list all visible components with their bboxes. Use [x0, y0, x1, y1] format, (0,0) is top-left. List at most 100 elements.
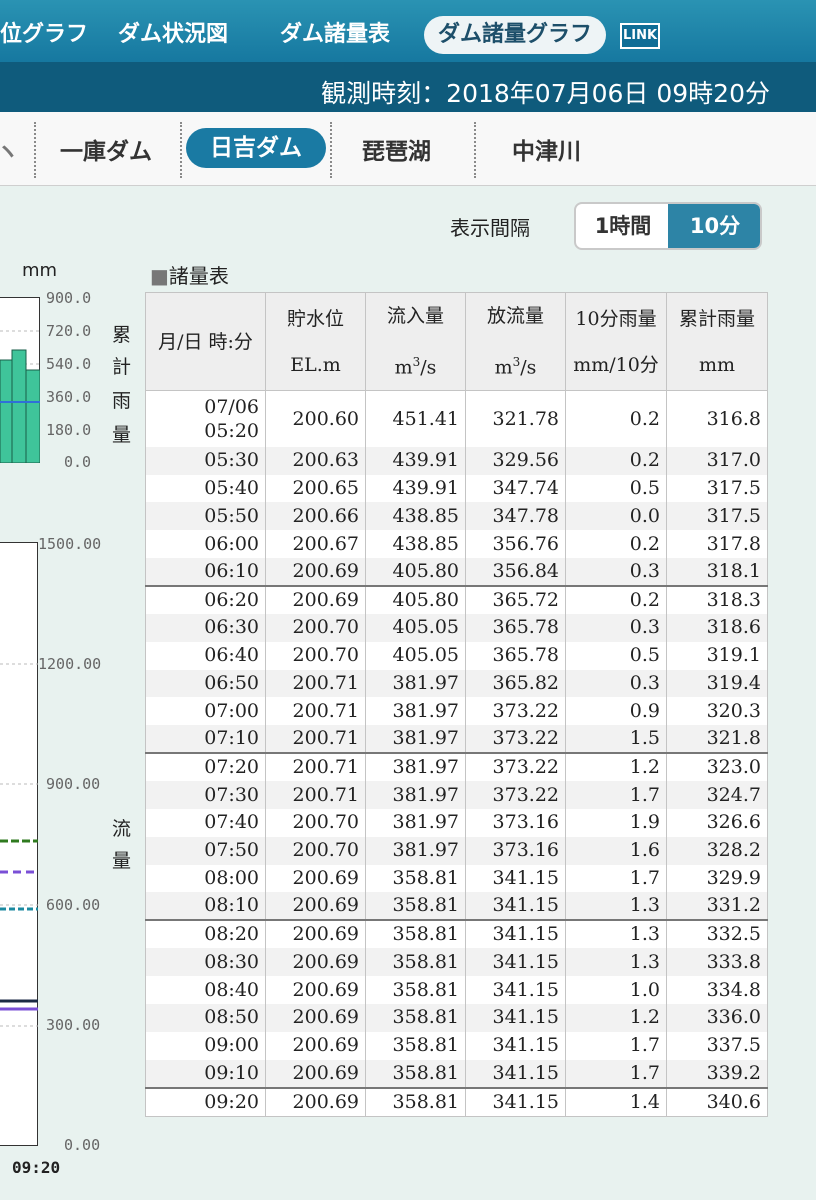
cell-outflow: 365.72	[465, 585, 566, 615]
cell-level: 200.69	[265, 976, 366, 1004]
cell-inflow: 381.97	[365, 781, 466, 809]
cell-time-value: 08:40	[204, 978, 259, 1001]
link-icon[interactable]: LINK	[620, 23, 660, 49]
dam-tab-biwako[interactable]: 琵琶湖	[362, 132, 431, 166]
table-row: 07:10 200.71 381.97 373.22 1.5 321.8	[145, 725, 768, 754]
table-row: 08:10 200.69 358.81 341.15 1.3 331.2	[145, 892, 768, 921]
cell-inflow: 358.81	[365, 892, 466, 921]
dam-tab-nakatsugawa[interactable]: 中津川	[512, 132, 581, 166]
dam-tabs: ヽ 一庫ダム 琵琶湖 中津川	[0, 112, 816, 186]
header-outflow: 放流量 m3/s	[465, 291, 566, 392]
cell-time: 06:30	[145, 614, 266, 642]
cell-level: 200.70	[265, 809, 366, 837]
rain-tick: 0.0	[64, 453, 92, 471]
cell-inflow: 405.05	[365, 614, 466, 642]
cell-cum: 336.0	[666, 1003, 768, 1032]
cell-cum: 332.5	[666, 919, 768, 949]
nav-dam-graph-active[interactable]: ダム諸量グラフ	[424, 16, 606, 54]
cell-cum: 316.8	[666, 390, 768, 447]
cell-rain: 1.7	[565, 1059, 667, 1088]
cell-cum: 329.9	[666, 864, 768, 893]
cell-cum: 318.1	[666, 558, 768, 587]
cell-outflow: 341.15	[465, 1059, 566, 1088]
cell-time-value: 05:20	[204, 420, 259, 443]
cell-time: 09:00	[145, 1031, 266, 1060]
rain-tick: 900.0	[46, 289, 92, 307]
interval-1hour-button[interactable]: 1時間	[576, 204, 670, 248]
cell-outflow: 347.78	[465, 502, 566, 531]
top-nav: 位グラフ ダム状況図 ダム諸量表 ダム諸量グラフ LINK	[0, 0, 816, 62]
cell-rain: 1.6	[565, 836, 667, 865]
cell-time-value: 05:50	[204, 504, 259, 527]
cell-rain: 1.5	[565, 725, 667, 754]
flow-tick: 1500.00	[38, 535, 102, 553]
rain-axis-label: 計	[112, 356, 132, 378]
cell-rain: 1.3	[565, 948, 667, 977]
cell-time: 08:40	[145, 976, 266, 1004]
cell-cum: 318.3	[666, 585, 768, 615]
cell-time-value: 06:10	[204, 560, 259, 583]
dam-tab-hitokura[interactable]: 一庫ダム	[60, 132, 152, 166]
cell-outflow: 341.15	[465, 1003, 566, 1032]
rain-tick: 360.0	[46, 388, 92, 406]
cell-outflow: 341.15	[465, 976, 566, 1004]
cell-rain: 1.7	[565, 1031, 667, 1060]
cell-time-value: 09:20	[204, 1090, 259, 1113]
cell-inflow: 439.91	[365, 474, 466, 503]
cell-time: 07:30	[145, 781, 266, 809]
rain-chart	[0, 330, 41, 464]
rain-bar	[25, 369, 41, 464]
interval-10min-button[interactable]: 10分	[668, 204, 760, 248]
rain-axis-label: 累	[112, 324, 132, 346]
cell-cum: 319.1	[666, 641, 768, 670]
cell-cum: 333.8	[666, 948, 768, 977]
header-rain10: 10分雨量 mm/10分	[565, 291, 667, 392]
nav-dam-status[interactable]: ダム状況図	[118, 16, 228, 48]
flow-tick: 600.00	[46, 896, 101, 914]
cell-time: 05:30	[145, 446, 266, 475]
cell-cum: 321.8	[666, 725, 768, 754]
cell-cum: 331.2	[666, 892, 768, 921]
cell-cum: 339.2	[666, 1059, 768, 1088]
rain-chart-frame	[0, 297, 41, 464]
nav-level-graph[interactable]: 位グラフ	[0, 16, 88, 48]
cell-time-value: 07:30	[204, 783, 259, 806]
cell-outflow: 373.16	[465, 809, 566, 837]
cell-inflow: 438.85	[365, 530, 466, 559]
cell-outflow: 341.15	[465, 1031, 566, 1060]
header-rain10-unit: mm/10分	[573, 353, 659, 376]
cell-time: 07:20	[145, 752, 266, 782]
flow-tick: 300.00	[46, 1016, 101, 1034]
cell-outflow: 373.16	[465, 836, 566, 865]
table-row: 06:20 200.69 405.80 365.72 0.2 318.3	[145, 585, 768, 615]
flow-chart-frame	[0, 542, 38, 1146]
cell-inflow: 439.91	[365, 446, 466, 475]
cell-cum: 318.6	[666, 614, 768, 642]
table-row: 08:00 200.69 358.81 341.15 1.7 329.9	[145, 864, 768, 893]
cell-rain: 0.5	[565, 474, 667, 503]
cell-outflow: 365.82	[465, 669, 566, 698]
rain-tick: 720.0	[46, 322, 92, 340]
cell-level: 200.71	[265, 725, 366, 754]
header-level-label: 貯水位	[286, 307, 344, 330]
table-row: 07:20 200.71 381.97 373.22 1.2 323.0	[145, 752, 768, 782]
cell-outflow: 341.15	[465, 1086, 566, 1117]
cell-level: 200.71	[265, 781, 366, 809]
cell-time: 06:20	[145, 585, 266, 615]
table-row: 09:10 200.69 358.81 341.15 1.7 339.2	[145, 1059, 768, 1088]
nav-dam-table[interactable]: ダム諸量表	[280, 16, 390, 48]
cell-cum: 317.5	[666, 502, 768, 531]
cell-rain: 0.3	[565, 614, 667, 642]
dam-tab-hiyoshi-active[interactable]: 日吉ダム	[186, 128, 326, 168]
cell-time: 08:00	[145, 864, 266, 893]
header-level-unit: EL.m	[290, 353, 341, 376]
cell-level: 200.69	[265, 919, 366, 949]
cell-rain: 1.2	[565, 1003, 667, 1032]
cell-level: 200.71	[265, 752, 366, 782]
cell-rain: 1.7	[565, 864, 667, 893]
cell-cum: 317.0	[666, 446, 768, 475]
cell-cum: 324.7	[666, 781, 768, 809]
cell-rain: 1.0	[565, 976, 667, 1004]
cell-inflow: 381.97	[365, 725, 466, 754]
dam-tab-partial[interactable]: ヽ	[0, 132, 19, 166]
